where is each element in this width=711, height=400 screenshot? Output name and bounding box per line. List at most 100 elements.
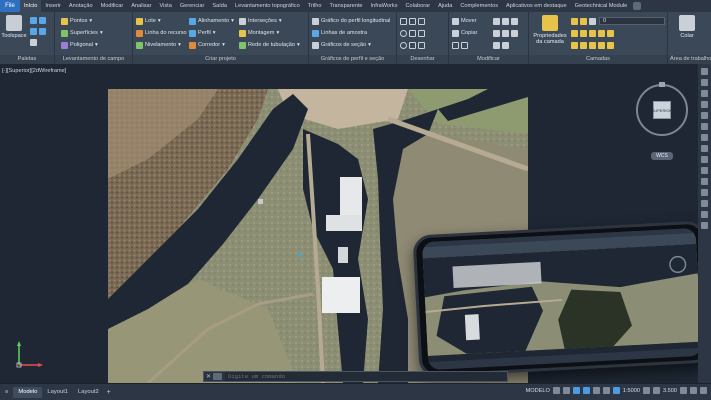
panel-camadas: Propriedades da camada 0 Camadas — [529, 12, 668, 64]
tab-anotacao[interactable]: Anotação — [65, 0, 97, 12]
showmotion-icon[interactable] — [701, 112, 708, 119]
layer-tools-2[interactable] — [571, 40, 614, 50]
file-button[interactable]: File — [0, 0, 20, 12]
draw-row-3[interactable] — [400, 40, 425, 50]
modify-tools-3[interactable] — [493, 40, 509, 50]
lote-button[interactable]: Lote ▾ — [136, 16, 161, 26]
modify-tools-1[interactable] — [493, 16, 518, 26]
levantamento-title: Levantamento de campo — [55, 55, 132, 64]
tool-icon[interactable] — [701, 211, 708, 218]
tab-geotechnical[interactable]: Geotechnical Module — [571, 0, 632, 12]
tab-colaborar[interactable]: Colaborar — [402, 0, 435, 12]
tool-icon[interactable] — [701, 156, 708, 163]
grafico-perfil-button[interactable]: Gráfico do perfil longitudinal — [312, 16, 390, 26]
corredor-button[interactable]: Corredor ▾ — [189, 40, 225, 50]
colar-button[interactable]: Colar — [676, 15, 698, 39]
menu-icon[interactable]: ≡ — [0, 387, 13, 398]
draw-row-1[interactable] — [400, 16, 425, 26]
layer-state-icons[interactable] — [571, 16, 596, 26]
tool-icon[interactable] — [701, 145, 708, 152]
tab-modificar[interactable]: Modificar — [97, 0, 128, 12]
tab-levantamento[interactable]: Levantamento topográfico — [231, 0, 304, 12]
precision-value[interactable]: 3.500 — [663, 388, 677, 394]
polar-icon[interactable] — [582, 387, 590, 394]
osnap-icon[interactable] — [592, 387, 600, 394]
modify-row-3[interactable] — [452, 40, 468, 50]
montagem-button[interactable]: Montagem ▾ — [239, 28, 279, 38]
steering-wheel-icon[interactable] — [701, 101, 708, 108]
annotation-scale[interactable]: 1:5000 — [623, 388, 640, 394]
tab-ajuda[interactable]: Ajuda — [434, 0, 456, 12]
viewcube-face[interactable]: SUPERIOR — [652, 101, 672, 119]
palette-tools-row1[interactable] — [30, 15, 46, 25]
tab-saida[interactable]: Saída — [208, 0, 231, 12]
tool-icon[interactable] — [701, 134, 708, 141]
copiar-button[interactable]: Copiar — [452, 28, 477, 38]
plus-icon[interactable] — [653, 387, 660, 394]
perfil-button[interactable]: Perfil ▾ — [189, 28, 216, 38]
tab-gerenciar[interactable]: Gerenciar — [176, 0, 209, 12]
gear-icon[interactable] — [643, 387, 650, 394]
tab-transparente[interactable]: Transparente — [325, 0, 366, 12]
superficies-button[interactable]: Superfícies ▾ — [61, 28, 103, 38]
tool-icon[interactable] — [701, 178, 708, 185]
tab-analisar[interactable]: Analisar — [127, 0, 155, 12]
nivelamento-button[interactable]: Nivelamento ▾ — [136, 40, 181, 50]
tab-inicio[interactable]: Início — [20, 0, 42, 12]
isolate-icon[interactable] — [680, 387, 687, 394]
alinhamento-button[interactable]: Alinhamento ▾ — [189, 16, 234, 26]
annotation-icon[interactable] — [612, 387, 620, 394]
wcs-menu[interactable]: WCS — [651, 152, 673, 160]
propriedades-camada-button[interactable]: Propriedades da camada — [532, 15, 568, 45]
ribbon-toggle-icon[interactable] — [633, 2, 642, 10]
modificar-title: Modificar — [449, 55, 528, 64]
linha-recurso-button[interactable]: Linha do recurso▾ — [136, 28, 191, 38]
palette-tools-row3[interactable] — [30, 37, 37, 47]
layout-tab-layout1[interactable]: Layout1 — [42, 387, 73, 398]
tab-trilho[interactable]: Trilho — [304, 0, 326, 12]
fullscreen-icon[interactable] — [690, 387, 697, 394]
close-icon[interactable]: ✕ — [204, 373, 213, 380]
grid-icon[interactable] — [552, 387, 560, 394]
add-layout-button[interactable]: + — [104, 389, 114, 396]
palette-tools-row2[interactable] — [30, 26, 46, 36]
orbit-icon[interactable] — [701, 90, 708, 97]
rede-tubulacao-button[interactable]: Rede de tubulação ▾ — [239, 40, 300, 50]
layout-tab-modelo[interactable]: Modelo — [13, 386, 43, 398]
model-space-toggle[interactable]: MODELO — [526, 388, 550, 394]
stretch-icon — [493, 29, 500, 37]
lineweight-icon[interactable] — [602, 387, 610, 394]
toolspace-button[interactable]: Toolspace — [1, 15, 27, 39]
customize-icon[interactable] — [213, 373, 222, 380]
tool-icon[interactable] — [701, 123, 708, 130]
tool-icon[interactable] — [701, 222, 708, 229]
pontos-button[interactable]: Pontos ▾ — [61, 16, 92, 26]
pan-icon[interactable] — [701, 68, 708, 75]
graficos-secao-button[interactable]: Gráficos de seção ▾ — [312, 40, 371, 50]
viewcube[interactable]: SUPERIOR — [636, 82, 688, 136]
tab-inserir[interactable]: Inserir — [41, 0, 65, 12]
tool-icon[interactable] — [701, 167, 708, 174]
mover-button[interactable]: Mover — [452, 16, 477, 26]
tab-aplicativos[interactable]: Aplicativos em destaque — [502, 0, 571, 12]
ortho-icon[interactable] — [572, 387, 580, 394]
tool-icon[interactable] — [701, 189, 708, 196]
tab-infraworks[interactable]: InfraWorks — [367, 0, 402, 12]
snap-icon[interactable] — [562, 387, 570, 394]
draw-row-2[interactable] — [400, 28, 425, 38]
linhas-amostra-button[interactable]: Linhas de amostra — [312, 28, 367, 38]
layout-tab-layout2[interactable]: Layout2 — [73, 387, 104, 398]
tab-vista[interactable]: Vista — [155, 0, 175, 12]
tool-icon[interactable] — [701, 200, 708, 207]
viewport-label[interactable]: [-][Superior][2dWireframe] — [2, 68, 66, 74]
command-input[interactable] — [225, 372, 507, 381]
tab-complementos[interactable]: Complementos — [456, 0, 502, 12]
zoom-icon[interactable] — [701, 79, 708, 86]
layer-tools-1[interactable] — [571, 28, 614, 38]
drawing-canvas[interactable]: [-][Superior][2dWireframe] SUPERIOR WCS — [0, 64, 711, 383]
poligonal-button[interactable]: Poligonal ▾ — [61, 40, 98, 50]
modify-tools-2[interactable] — [493, 28, 518, 38]
customize-icon[interactable] — [700, 387, 707, 394]
intersecoes-button[interactable]: Interseções ▾ — [239, 16, 282, 26]
layer-dropdown[interactable]: 0 — [599, 17, 665, 25]
